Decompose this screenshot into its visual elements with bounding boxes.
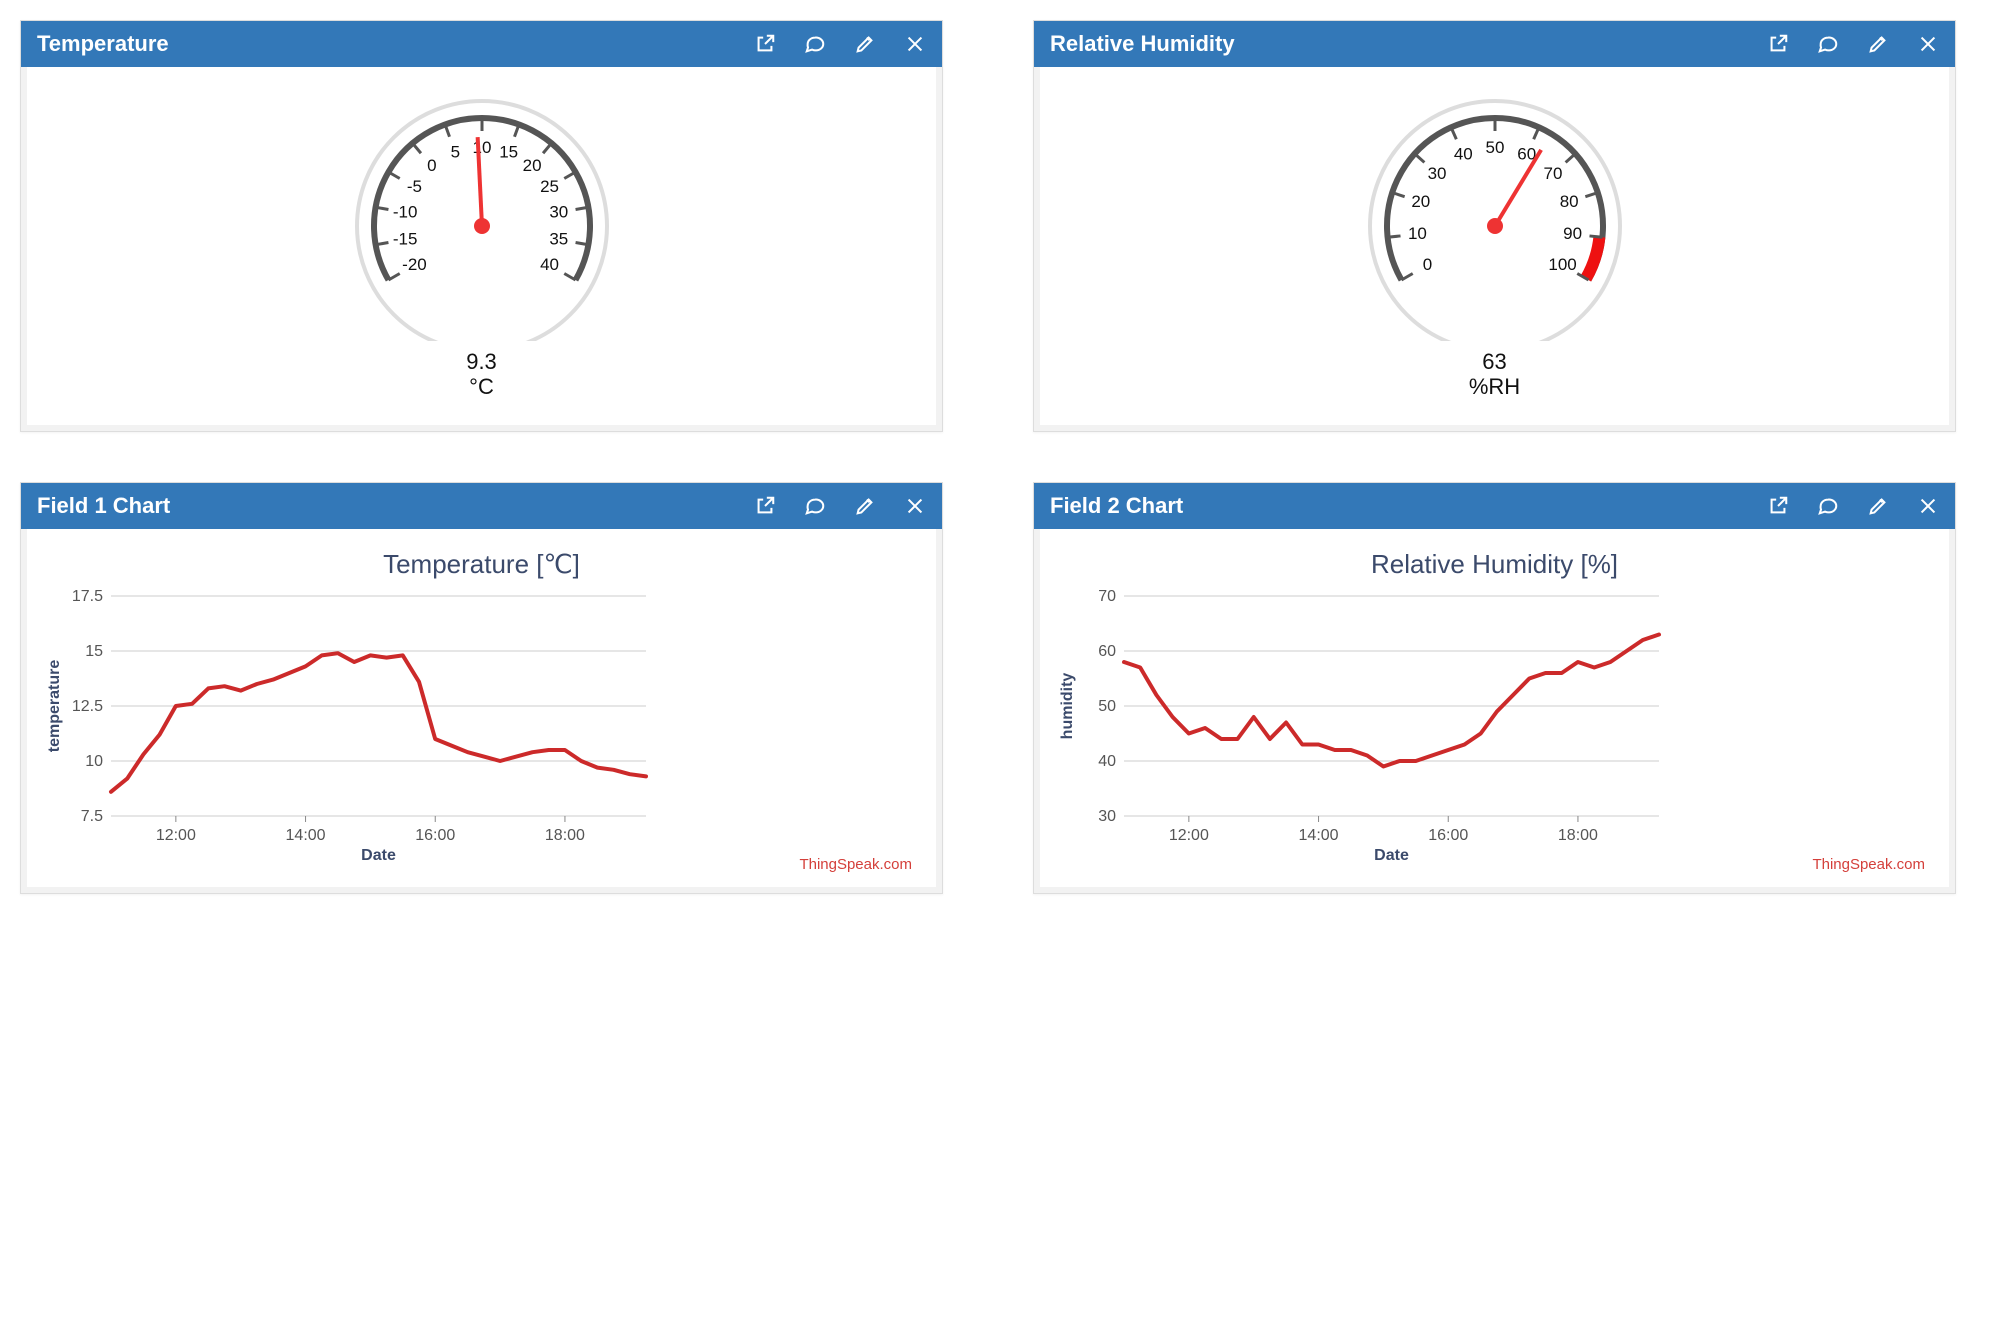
svg-text:7.5: 7.5 — [81, 808, 103, 825]
edit-icon[interactable] — [854, 495, 876, 517]
svg-text:14:00: 14:00 — [1299, 827, 1339, 844]
gauge-value: 9.3 — [466, 349, 497, 374]
panel-temp-gauge: Temperature -20 -15 -10 -5 05 10 1520 25 30 35 40 … — [20, 20, 943, 432]
svg-text:20: 20 — [522, 156, 541, 175]
svg-text:25: 25 — [540, 177, 559, 196]
gauge-value: 63 — [1469, 349, 1520, 374]
gauge-reading: 63 %RH — [1469, 349, 1520, 400]
svg-text:temperature: temperature — [46, 660, 63, 753]
close-icon[interactable] — [1917, 33, 1939, 55]
svg-text:0: 0 — [427, 156, 436, 175]
svg-text:40: 40 — [1098, 753, 1116, 770]
svg-text:12:00: 12:00 — [156, 827, 196, 844]
gauge-unit: °C — [466, 374, 497, 399]
svg-text:Date: Date — [1374, 847, 1409, 864]
gauge-unit: %RH — [1469, 374, 1520, 399]
popout-icon[interactable] — [1767, 495, 1789, 517]
popout-icon[interactable] — [754, 33, 776, 55]
panel-header: Relative Humidity — [1034, 21, 1955, 67]
comment-icon[interactable] — [1817, 495, 1839, 517]
svg-text:60: 60 — [1098, 643, 1116, 660]
svg-text:humidity: humidity — [1059, 673, 1076, 740]
svg-text:40: 40 — [1453, 145, 1472, 164]
svg-text:70: 70 — [1098, 588, 1116, 605]
svg-text:80: 80 — [1559, 192, 1578, 211]
panel-toolbar — [754, 33, 926, 55]
panel-toolbar — [754, 495, 926, 517]
comment-icon[interactable] — [1817, 33, 1839, 55]
panel-header: Field 1 Chart — [21, 483, 942, 529]
edit-icon[interactable] — [1867, 495, 1889, 517]
panel-body: 0102030405060708090100 63 %RH — [1034, 67, 1955, 431]
panel-body: -20 -15 -10 -5 05 10 1520 25 30 35 40 9.3 °C — [21, 67, 942, 431]
svg-text:18:00: 18:00 — [545, 827, 585, 844]
svg-text:17.5: 17.5 — [72, 588, 103, 605]
svg-text:0: 0 — [1422, 255, 1431, 274]
panel-temp-chart: Field 1 Chart Temperature [℃] 7.5 10 12.5 1… — [20, 482, 943, 894]
gauge-reading: 9.3 °C — [466, 349, 497, 400]
popout-icon[interactable] — [1767, 33, 1789, 55]
edit-icon[interactable] — [1867, 33, 1889, 55]
svg-text:Date: Date — [361, 847, 396, 864]
close-icon[interactable] — [904, 33, 926, 55]
panel-title: Field 1 Chart — [37, 493, 754, 519]
gauge-humidity: 0102030405060708090100 — [1345, 81, 1645, 341]
svg-text:14:00: 14:00 — [286, 827, 326, 844]
svg-text:-20: -20 — [402, 255, 427, 274]
svg-text:16:00: 16:00 — [415, 827, 455, 844]
chart-temperature: 7.5 10 12.5 15 17.5 12:00 14:00 16:00 18:00 Date t… — [41, 586, 661, 866]
svg-text:16:00: 16:00 — [1428, 827, 1468, 844]
panel-title: Relative Humidity — [1050, 31, 1767, 57]
svg-text:18:00: 18:00 — [1558, 827, 1598, 844]
panel-title: Field 2 Chart — [1050, 493, 1767, 519]
panel-hum-gauge: Relative Humidity 0102030405060708090100… — [1033, 20, 1956, 432]
svg-text:70: 70 — [1543, 164, 1562, 183]
svg-text:10: 10 — [85, 753, 103, 770]
svg-text:10: 10 — [1407, 224, 1426, 243]
svg-text:5: 5 — [450, 143, 459, 162]
panel-hum-chart: Field 2 Chart Relative Humidity [%] 30 40… — [1033, 482, 1956, 894]
svg-text:100: 100 — [1548, 255, 1576, 274]
panel-toolbar — [1767, 33, 1939, 55]
svg-text:10: 10 — [472, 138, 491, 157]
svg-text:15: 15 — [85, 643, 103, 660]
svg-text:30: 30 — [1427, 164, 1446, 183]
panel-header: Temperature — [21, 21, 942, 67]
close-icon[interactable] — [904, 495, 926, 517]
svg-text:-5: -5 — [406, 177, 421, 196]
svg-text:15: 15 — [499, 143, 518, 162]
svg-text:12.5: 12.5 — [72, 698, 103, 715]
svg-text:30: 30 — [1098, 808, 1116, 825]
popout-icon[interactable] — [754, 495, 776, 517]
svg-text:50: 50 — [1485, 138, 1504, 157]
chart-title: Temperature [℃] — [41, 549, 922, 580]
panel-toolbar — [1767, 495, 1939, 517]
svg-text:-10: -10 — [392, 202, 417, 221]
comment-icon[interactable] — [804, 495, 826, 517]
comment-icon[interactable] — [804, 33, 826, 55]
panel-title: Temperature — [37, 31, 754, 57]
svg-text:90: 90 — [1563, 224, 1582, 243]
chart-title: Relative Humidity [%] — [1054, 549, 1935, 580]
svg-text:35: 35 — [549, 230, 568, 249]
edit-icon[interactable] — [854, 33, 876, 55]
svg-text:40: 40 — [540, 255, 559, 274]
panel-body: Relative Humidity [%] 30 40 50 60 70 12:00 14:… — [1034, 529, 1955, 893]
panel-body: Temperature [℃] 7.5 10 12.5 15 17.5 12:00 14:0… — [21, 529, 942, 893]
close-icon[interactable] — [1917, 495, 1939, 517]
svg-text:30: 30 — [549, 202, 568, 221]
chart-credit: ThingSpeak.com — [1812, 856, 1925, 873]
chart-credit: ThingSpeak.com — [799, 856, 912, 873]
svg-text:-15: -15 — [392, 230, 417, 249]
panel-header: Field 2 Chart — [1034, 483, 1955, 529]
chart-humidity: 30 40 50 60 70 12:00 14:00 16:00 18:00 Date humidi… — [1054, 586, 1674, 866]
svg-text:20: 20 — [1411, 192, 1430, 211]
gauge-temperature: -20 -15 -10 -5 05 10 1520 25 30 35 40 — [332, 81, 632, 341]
svg-text:12:00: 12:00 — [1169, 827, 1209, 844]
svg-text:50: 50 — [1098, 698, 1116, 715]
